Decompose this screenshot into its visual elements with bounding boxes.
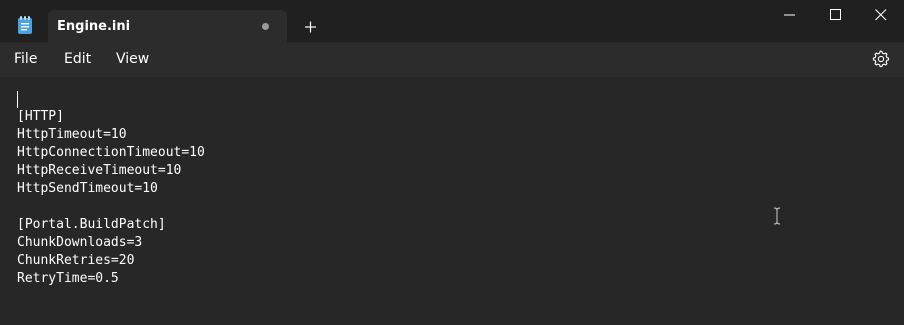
tab-engine-ini[interactable]: Engine.ini (48, 10, 287, 43)
minimize-icon (784, 14, 795, 16)
close-button[interactable] (858, 0, 904, 32)
ibeam-cursor-icon (772, 207, 782, 225)
notepad-icon (17, 16, 33, 34)
title-bar[interactable]: Engine.ini (0, 0, 904, 43)
minimize-button[interactable] (767, 0, 813, 32)
close-icon (875, 9, 887, 21)
maximize-button[interactable] (813, 0, 859, 32)
text-editor[interactable]: [HTTP] HttpTimeout=10 HttpConnectionTime… (0, 77, 904, 325)
menu-file[interactable]: File (14, 51, 37, 67)
menu-edit[interactable]: Edit (64, 51, 91, 67)
maximize-icon (830, 9, 841, 20)
gear-icon[interactable] (872, 50, 890, 68)
text-caret (17, 91, 18, 108)
plus-icon[interactable] (300, 17, 322, 39)
notepad-window: Engine.ini File Edit View [HTTP] HttpTim… (0, 0, 904, 325)
menu-view[interactable]: View (116, 51, 149, 67)
menu-bar: File Edit View (0, 43, 904, 77)
tab-title: Engine.ini (57, 19, 131, 34)
unsaved-dot-icon[interactable] (262, 23, 269, 30)
editor-content[interactable]: [HTTP] HttpTimeout=10 HttpConnectionTime… (17, 108, 205, 288)
